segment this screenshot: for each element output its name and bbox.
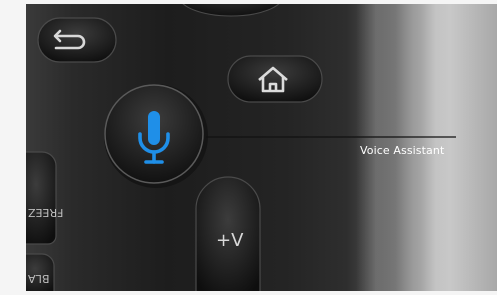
freeze-key <box>26 151 57 245</box>
top-partial-button <box>182 4 280 17</box>
volume-up-label: +V <box>216 230 244 251</box>
home-button <box>227 55 323 103</box>
voice-assistant-label: Voice Assistant <box>360 144 445 157</box>
blank-label: BLA <box>28 272 50 285</box>
back-button <box>37 17 117 63</box>
freeze-label: FREEZ <box>28 206 64 219</box>
remote-photo: Voice Assistant +V FREEZ BLA <box>26 4 497 291</box>
